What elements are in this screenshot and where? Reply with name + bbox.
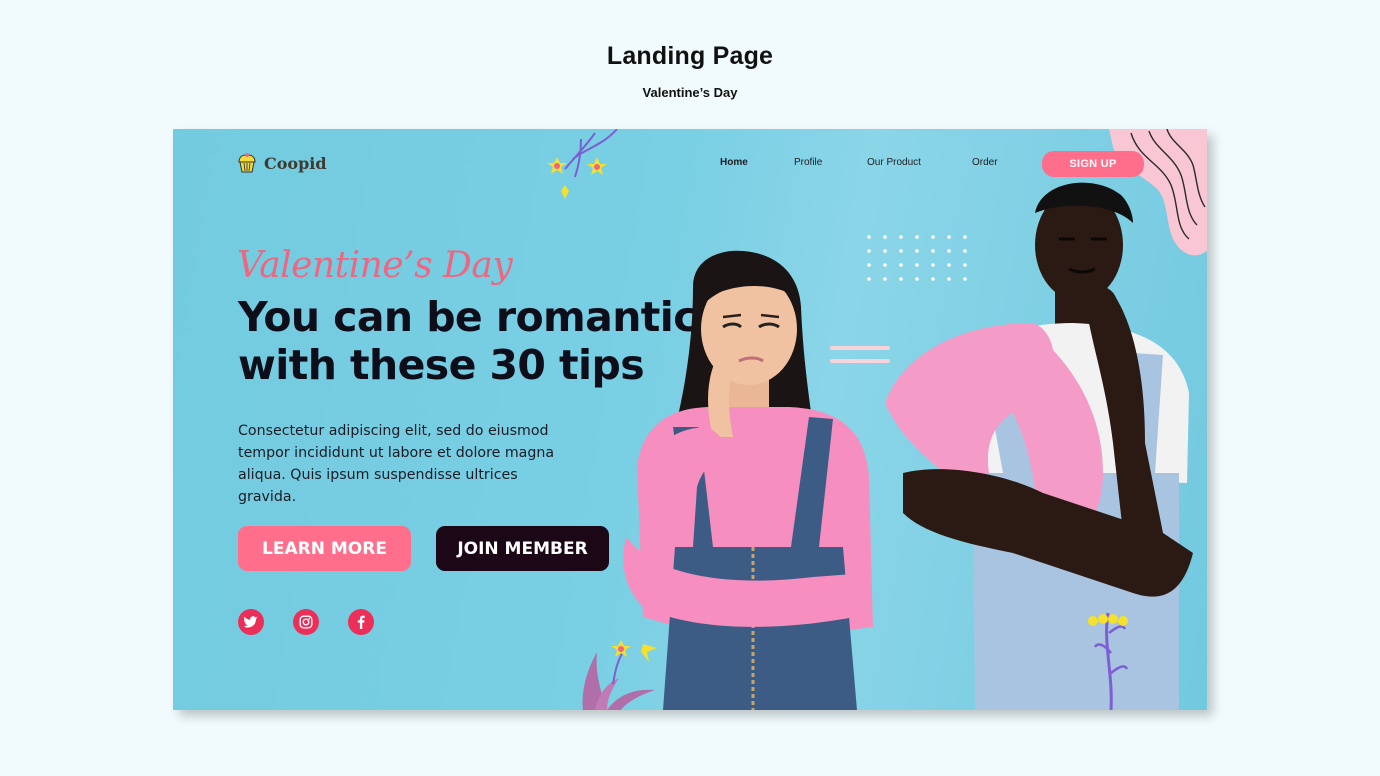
woman-photo: [623, 250, 873, 710]
learn-more-button[interactable]: LEARN MORE: [238, 526, 411, 571]
brand-name: Coopid: [264, 153, 327, 173]
flower-decoration: [547, 129, 618, 199]
twitter-button[interactable]: [238, 609, 264, 635]
brand-logo[interactable]: Coopid: [235, 151, 327, 175]
landing-page-card: Coopid Home Profile Our Product Order SI…: [173, 129, 1207, 710]
man-photo: [885, 182, 1193, 710]
nav-our-product[interactable]: Our Product: [867, 157, 921, 168]
hero-eyebrow: Valentine’s Day: [237, 245, 513, 286]
page-subtitle: Valentine’s Day: [642, 85, 738, 100]
cupcake-icon: [238, 153, 256, 173]
page-title: Landing Page: [606, 42, 774, 70]
nav-order[interactable]: Order: [972, 157, 998, 168]
body-line: Consectetur adipiscing elit, sed do eius…: [238, 423, 549, 439]
hero-body: Consectetur adipiscing elit, sed do eius…: [238, 420, 578, 508]
instagram-button[interactable]: [293, 609, 319, 635]
twitter-icon: [244, 616, 258, 628]
nav-profile[interactable]: Profile: [794, 157, 822, 168]
facebook-icon: [357, 615, 365, 629]
nav-home[interactable]: Home: [720, 157, 748, 168]
page-header: Landing Page Valentine’s Day: [0, 42, 1380, 100]
body-line: tempor incididunt ut labore et dolore ma…: [238, 445, 555, 461]
join-member-button[interactable]: JOIN MEMBER: [436, 526, 609, 571]
body-line: aliqua. Quis ipsum suspendisse ultrices …: [238, 467, 518, 505]
instagram-icon: [299, 615, 313, 629]
facebook-button[interactable]: [348, 609, 374, 635]
